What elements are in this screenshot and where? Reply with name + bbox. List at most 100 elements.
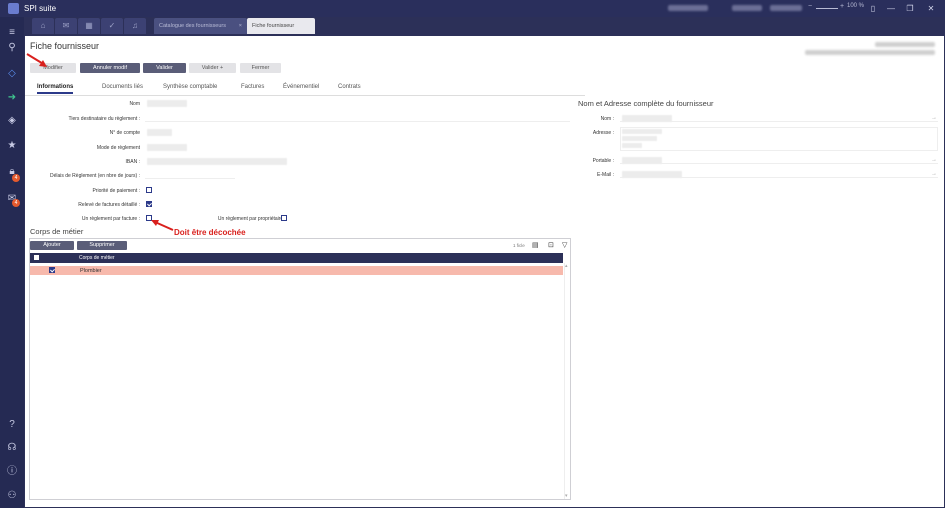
app-title: SPI suite xyxy=(24,4,57,13)
header-info xyxy=(875,42,935,47)
tab-documents-lies[interactable]: Documents liés xyxy=(102,84,143,90)
reglement-facture-label: Un règlement par facture : xyxy=(81,216,140,222)
main-content: Fiche fournisseur Modifier Annuler modif… xyxy=(24,35,945,508)
tab-informations[interactable]: Informations xyxy=(37,84,74,94)
tiers-field[interactable] xyxy=(145,113,570,122)
annuler-modif-button[interactable]: Annuler modif xyxy=(80,63,140,73)
reglement-proprietaire-checkbox[interactable] xyxy=(281,215,287,221)
valider-plus-button[interactable]: Valider + xyxy=(189,63,236,73)
restore-button[interactable]: ❐ xyxy=(903,2,917,15)
ajouter-button[interactable]: Ajouter xyxy=(30,241,74,250)
record-count: 1 ficle xyxy=(513,243,525,248)
portable-field[interactable] xyxy=(620,155,938,164)
filter-icon[interactable]: ▽ xyxy=(562,241,567,249)
nav-arrow-icon[interactable]: ➜ xyxy=(4,91,20,105)
scroll-down-icon[interactable]: ▾ xyxy=(565,493,568,499)
nom-value xyxy=(147,100,187,107)
zoom-out-icon[interactable]: − xyxy=(808,3,812,10)
check-icon[interactable]: ✓ xyxy=(101,18,123,34)
info-icon[interactable]: ⓘ xyxy=(4,465,20,479)
nom-label: Nom xyxy=(129,101,140,107)
titlebar-info xyxy=(732,5,762,11)
tiers-label: Tiers destinataire du règlement : xyxy=(68,116,140,122)
delais-label: Délais de Règlement (en nbre de jours) : xyxy=(49,173,140,179)
right-nom-field[interactable] xyxy=(620,113,938,122)
headset-icon[interactable]: ☊ xyxy=(4,441,20,455)
corps-title: Corps de métier xyxy=(30,227,84,236)
releve-checkbox[interactable] xyxy=(146,201,152,207)
adresse-field[interactable] xyxy=(620,127,938,151)
mode-reglement-value xyxy=(147,144,187,151)
header-info xyxy=(805,50,935,55)
column-header[interactable]: Corps de métier xyxy=(79,255,115,261)
user-icon[interactable]: ⚇ xyxy=(4,489,20,503)
right-nom-label: Nom : xyxy=(600,116,614,122)
mail-tab-icon[interactable]: ✉ xyxy=(55,18,77,34)
file-icon[interactable]: ▯ xyxy=(866,2,880,15)
delais-field[interactable] xyxy=(145,170,235,179)
page-title: Fiche fournisseur xyxy=(30,41,100,51)
valider-button[interactable]: Valider xyxy=(143,63,186,73)
annotation-arrow-icon xyxy=(151,220,174,231)
annotation-arrow-icon xyxy=(26,53,47,67)
title-bar: SPI suite − + 100 % ▯ — ❐ ✕ xyxy=(0,0,945,17)
zoom-slider[interactable] xyxy=(816,8,838,9)
nav-diamond-icon[interactable]: ◇ xyxy=(4,67,20,81)
bell-icon[interactable]: ♫ xyxy=(124,18,146,34)
tab-strip: ⌂ ✉ ▦ ✓ ♫ Catalogue des fournisseurs × F… xyxy=(24,17,945,35)
annotation-text: Doit être décochée xyxy=(174,228,246,237)
row-label: Plombier xyxy=(80,268,102,274)
mode-reglement-label: Mode de règlement xyxy=(96,145,140,151)
priorite-checkbox[interactable] xyxy=(146,187,152,193)
tab-label: Catalogue des fournisseurs xyxy=(159,23,226,29)
reglement-proprietaire-label: Un règlement par propriétaire : xyxy=(217,216,286,222)
table-row[interactable]: Plombier xyxy=(30,266,563,275)
scroll-up-icon[interactable]: ▴ xyxy=(565,263,568,269)
star-icon[interactable]: ★ xyxy=(4,139,20,153)
row-checkbox[interactable] xyxy=(49,267,55,273)
export-icon[interactable]: ▤ xyxy=(532,241,539,249)
app-logo-icon xyxy=(8,3,19,14)
tab-fiche[interactable]: Fiche fournisseur xyxy=(247,18,315,34)
supprimer-button[interactable]: Supprimer xyxy=(77,241,127,250)
releve-label: Relevé de factures détaillé : xyxy=(78,202,140,208)
right-section-title: Nom et Adresse complète du fournisseur xyxy=(578,99,714,108)
zoom-level: 100 % xyxy=(847,3,865,9)
arrow-right-icon[interactable]: → xyxy=(931,157,937,163)
search-icon[interactable]: ⚲ xyxy=(4,41,20,55)
arrow-right-icon[interactable]: → xyxy=(931,171,937,177)
fermer-button[interactable]: Fermer xyxy=(240,63,281,73)
grid-header: Corps de métier xyxy=(30,253,563,263)
close-tab-icon[interactable]: × xyxy=(239,18,242,34)
compte-value xyxy=(147,129,172,136)
tab-catalogue[interactable]: Catalogue des fournisseurs × xyxy=(154,18,247,34)
minimize-button[interactable]: — xyxy=(884,2,898,15)
tab-factures[interactable]: Factures xyxy=(241,84,264,90)
iban-value xyxy=(147,158,287,165)
tab-evenementiel[interactable]: Événementiel xyxy=(283,84,319,90)
email-field[interactable] xyxy=(620,169,938,178)
notification-badge: 4 xyxy=(12,174,20,182)
iban-label: IBAN : xyxy=(125,159,140,165)
sidebar: ≡ ⚲ ◇ ➜ ◈ ★ 🔒︎ 4 ✉ 4 ? ☊ ⓘ ⚇ xyxy=(0,17,24,508)
tab-contrats[interactable]: Contrats xyxy=(338,84,361,90)
tab-synthese-comptable[interactable]: Synthèse comptable xyxy=(163,84,217,90)
portable-label: Portable : xyxy=(592,158,614,164)
compte-label: N° de compte xyxy=(109,130,140,136)
calendar-icon[interactable]: ▦ xyxy=(78,18,100,34)
notification-badge: 4 xyxy=(12,199,20,207)
close-window-button[interactable]: ✕ xyxy=(924,2,938,15)
vertical-scrollbar[interactable]: ▴ ▾ xyxy=(564,263,570,499)
menu-icon[interactable]: ≡ xyxy=(4,26,20,40)
corps-panel xyxy=(29,238,571,500)
download-icon[interactable]: ⊡ xyxy=(548,241,554,249)
select-all-checkbox[interactable] xyxy=(34,255,39,260)
titlebar-info xyxy=(668,5,708,11)
adresse-label: Adresse : xyxy=(592,130,614,136)
arrow-right-icon[interactable]: → xyxy=(931,115,937,121)
home-icon[interactable]: ⌂ xyxy=(32,18,54,34)
help-icon[interactable]: ? xyxy=(4,418,20,432)
nav-code-icon[interactable]: ◈ xyxy=(4,114,20,128)
tab-label: Fiche fournisseur xyxy=(252,23,295,29)
zoom-in-icon[interactable]: + xyxy=(840,3,844,10)
